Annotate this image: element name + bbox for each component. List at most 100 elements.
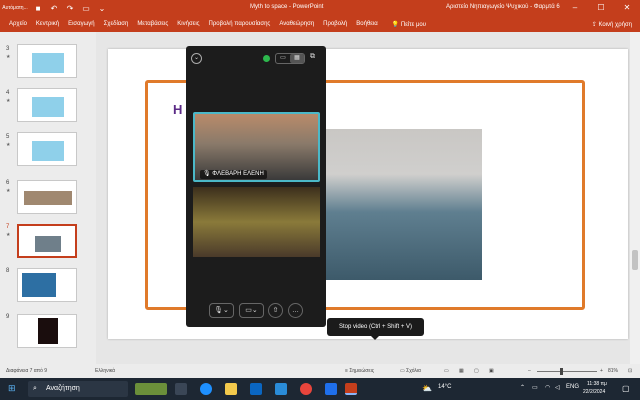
slide-thumbnail-8[interactable] <box>17 268 77 302</box>
tooltip: Stop video (Ctrl + Shift + V) <box>327 318 424 340</box>
tell-me-label: Πείτε μου <box>400 21 427 28</box>
classroom-image <box>35 236 61 252</box>
slide-thumbnail-6[interactable] <box>17 180 77 214</box>
reading-view-icon[interactable]: ▢ <box>474 368 479 374</box>
fireworks-image <box>38 318 58 344</box>
camera-icon: ▭⌄ <box>245 307 258 314</box>
clock-time[interactable]: 11:38 πμ <box>587 381 607 387</box>
wifi-icon[interactable]: ◠ <box>545 384 550 391</box>
slide-title-text[interactable]: Η <box>173 102 182 117</box>
store-icon[interactable] <box>275 383 287 395</box>
redo-icon[interactable]: ↷ <box>62 4 78 13</box>
space-image <box>22 273 56 297</box>
share-button[interactable]: ⇪ Κοινή χρήση <box>592 21 632 28</box>
scrollbar-thumb[interactable] <box>632 250 638 270</box>
normal-view-icon[interactable]: ▭ <box>444 368 449 374</box>
present-icon[interactable]: ▭ <box>78 4 94 13</box>
tab-file[interactable]: Αρχείο <box>9 21 27 27</box>
thumb-number: 6 <box>6 180 10 186</box>
slide-sorter-icon[interactable]: ▦ <box>459 368 464 374</box>
close-icon[interactable]: ✕ <box>614 0 640 16</box>
participant-name-label: 🎙 ΦΛΕΒΑΡΗ ΕΛΕΝΗ <box>200 170 267 179</box>
weather-icon[interactable]: ⛅ <box>422 384 432 393</box>
save-icon[interactable]: ■ <box>30 4 46 13</box>
autosave-toggle[interactable]: Αυτόματη... <box>0 5 30 11</box>
tab-design[interactable]: Σχεδίαση <box>104 21 129 27</box>
more-options-button[interactable]: … <box>288 303 303 318</box>
slide-thumbnail-3[interactable] <box>17 44 77 78</box>
comments-label: Σχόλια <box>406 368 421 374</box>
participant-video-tile[interactable] <box>193 187 320 257</box>
animation-star-icon: ★ <box>6 188 11 194</box>
fit-slide-icon[interactable]: ⊡ <box>628 368 632 374</box>
notes-button[interactable]: ≡ Σημειώσεις <box>345 368 374 374</box>
chrome-icon[interactable] <box>300 383 312 395</box>
participant-name: ΦΛΕΒΑΡΗ ΕΛΕΝΗ <box>212 171 264 177</box>
grid-view-icon[interactable]: ▦ <box>290 54 304 63</box>
view-mode-toggle[interactable]: ▭ ▦ <box>275 53 305 64</box>
map-image <box>32 97 64 117</box>
zoom-in-icon[interactable]: + <box>600 368 603 374</box>
microphone-button[interactable]: 🎙⌄ <box>209 303 234 318</box>
file-explorer-icon[interactable] <box>225 383 237 395</box>
start-icon[interactable]: ⊞ <box>8 383 16 394</box>
animation-star-icon: ★ <box>6 54 11 60</box>
thumb-number: 8 <box>6 268 10 274</box>
tab-view[interactable]: Προβολή <box>323 21 347 27</box>
tab-insert[interactable]: Εισαγωγή <box>68 21 95 27</box>
slide-thumbnail-5[interactable] <box>17 132 77 166</box>
window-controls: – ☐ ✕ <box>562 0 640 16</box>
map-image <box>32 53 64 73</box>
slide-thumbnail-pane: 3 ★ 4 ★ 5 ★ 6 ★ 7 ★ 8 9 <box>0 32 96 364</box>
zoom-level[interactable]: 81% <box>608 368 618 374</box>
vertical-scrollbar[interactable] <box>630 32 640 364</box>
classroom-photo[interactable] <box>322 129 482 280</box>
slide-thumbnail-4[interactable] <box>17 88 77 122</box>
battery-icon[interactable]: ▭ <box>532 384 538 391</box>
comments-button[interactable]: ▭ Σχόλια <box>400 368 421 374</box>
camera-button[interactable]: ▭⌄ <box>239 303 264 318</box>
collapse-chevron-icon[interactable]: ⌄ <box>191 53 202 64</box>
mail-icon[interactable] <box>250 383 262 395</box>
single-view-icon[interactable]: ▭ <box>276 54 290 63</box>
news-widget-icon[interactable] <box>135 383 167 395</box>
customize-icon[interactable]: ⌄ <box>94 4 110 13</box>
slideshow-view-icon[interactable]: ▣ <box>489 368 494 374</box>
share-screen-button[interactable]: ⇧ <box>268 303 283 318</box>
language-indicator[interactable]: Ελληνικά <box>95 368 115 374</box>
undo-icon[interactable]: ↶ <box>46 4 62 13</box>
share-label: Κοινή χρήση <box>598 21 632 28</box>
slide-thumbnail-7[interactable] <box>17 224 77 258</box>
account-name[interactable]: Αριστείο Νηπιαγωγείο Ψυχικού - Φαρμτά 6 <box>446 4 560 10</box>
zoom-slider[interactable] <box>537 371 597 372</box>
clock-date[interactable]: 22/2/2024 <box>583 389 605 395</box>
zoom-slider-handle[interactable] <box>560 368 563 375</box>
notifications-icon[interactable]: ▢ <box>622 384 630 393</box>
windows-taskbar: ⊞ ⌕ Αναζήτηση ⛅ 14°C ⌃ ▭ ◠ ◁ ENG 11:38 π… <box>0 378 640 400</box>
zoom-out-icon[interactable]: – <box>528 368 531 374</box>
temperature[interactable]: 14°C <box>438 384 451 390</box>
tab-transitions[interactable]: Μεταβάσεις <box>137 21 168 27</box>
volume-icon[interactable]: ◁ <box>555 384 560 391</box>
tab-review[interactable]: Αναθεώρηση <box>279 21 314 27</box>
task-view-icon[interactable] <box>175 383 187 395</box>
tray-chevron-icon[interactable]: ⌃ <box>520 384 525 391</box>
tab-help[interactable]: Βοήθεια <box>356 21 378 27</box>
powerpoint-icon[interactable] <box>345 383 357 395</box>
thumb-number: 3 <box>6 46 10 52</box>
meet-app-icon[interactable] <box>325 383 337 395</box>
edge-icon[interactable] <box>200 383 212 395</box>
slide-thumbnail-9[interactable] <box>17 314 77 348</box>
maximize-icon[interactable]: ☐ <box>588 0 614 16</box>
minimize-icon[interactable]: – <box>562 0 588 16</box>
connection-status-icon <box>263 55 270 62</box>
keyboard-language[interactable]: ENG <box>566 384 579 390</box>
tell-me-search[interactable]: 💡 Πείτε μου <box>392 21 426 28</box>
ribbon-tabs: Αρχείο Κεντρική Εισαγωγή Σχεδίαση Μεταβά… <box>0 16 640 32</box>
tab-slideshow[interactable]: Προβολή παρουσίασης <box>209 21 271 27</box>
tab-animations[interactable]: Κινήσεις <box>177 21 199 27</box>
popout-icon[interactable]: ⧉ <box>310 53 315 61</box>
photo-strip-image <box>24 191 72 205</box>
tab-home[interactable]: Κεντρική <box>36 21 59 27</box>
taskbar-search-box[interactable]: ⌕ Αναζήτηση <box>28 381 128 397</box>
